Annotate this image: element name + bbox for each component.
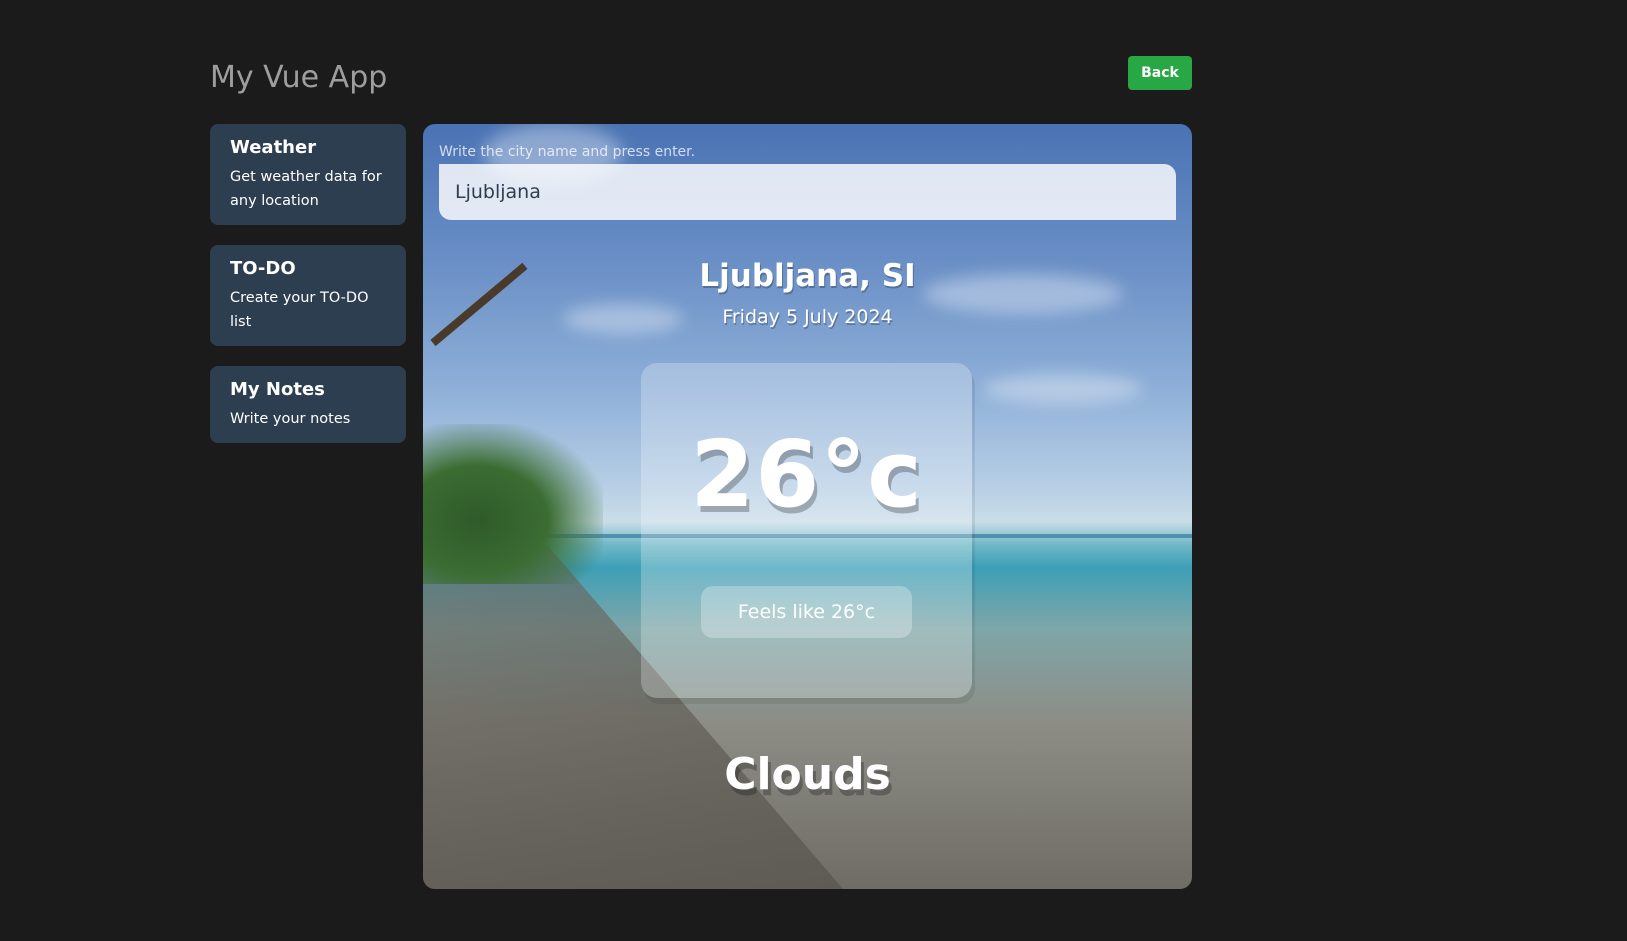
sidebar-item-title: My Notes <box>230 379 325 400</box>
feels-like-badge: Feels like 26°c <box>701 586 912 638</box>
sidebar-item-description: Get weather data for any location <box>230 169 382 209</box>
sidebar-item-todo[interactable]: TO-DO Create your TO-DO list <box>210 245 406 346</box>
back-button[interactable]: Back <box>1128 56 1192 90</box>
sidebar: Weather Get weather data for any locatio… <box>210 124 406 463</box>
weather-panel: Write the city name and press enter. Lju… <box>423 124 1192 889</box>
cloud-shape <box>983 374 1143 404</box>
sidebar-item-notes[interactable]: My Notes Write your notes <box>210 366 406 443</box>
current-date: Friday 5 July 2024 <box>722 306 893 328</box>
sidebar-item-description: Write your notes <box>230 411 351 427</box>
palm-foliage-shape <box>423 424 603 584</box>
temperature-value: 26°c <box>690 421 923 528</box>
sidebar-item-weather[interactable]: Weather Get weather data for any locatio… <box>210 124 406 225</box>
weather-condition: Clouds <box>724 749 891 800</box>
sidebar-item-description: Create your TO-DO list <box>230 290 369 330</box>
app-root: My Vue App Back Weather Get weather data… <box>0 0 1627 941</box>
app-title: My Vue App <box>210 60 388 95</box>
city-input-label: Write the city name and press enter. <box>439 144 696 160</box>
sidebar-item-title: Weather <box>230 137 317 158</box>
sidebar-item-title: TO-DO <box>230 258 296 279</box>
city-search-input[interactable] <box>439 164 1176 220</box>
temperature-box: 26°c Feels like 26°c <box>641 363 972 698</box>
location-name: Ljubljana, SI <box>699 258 916 294</box>
